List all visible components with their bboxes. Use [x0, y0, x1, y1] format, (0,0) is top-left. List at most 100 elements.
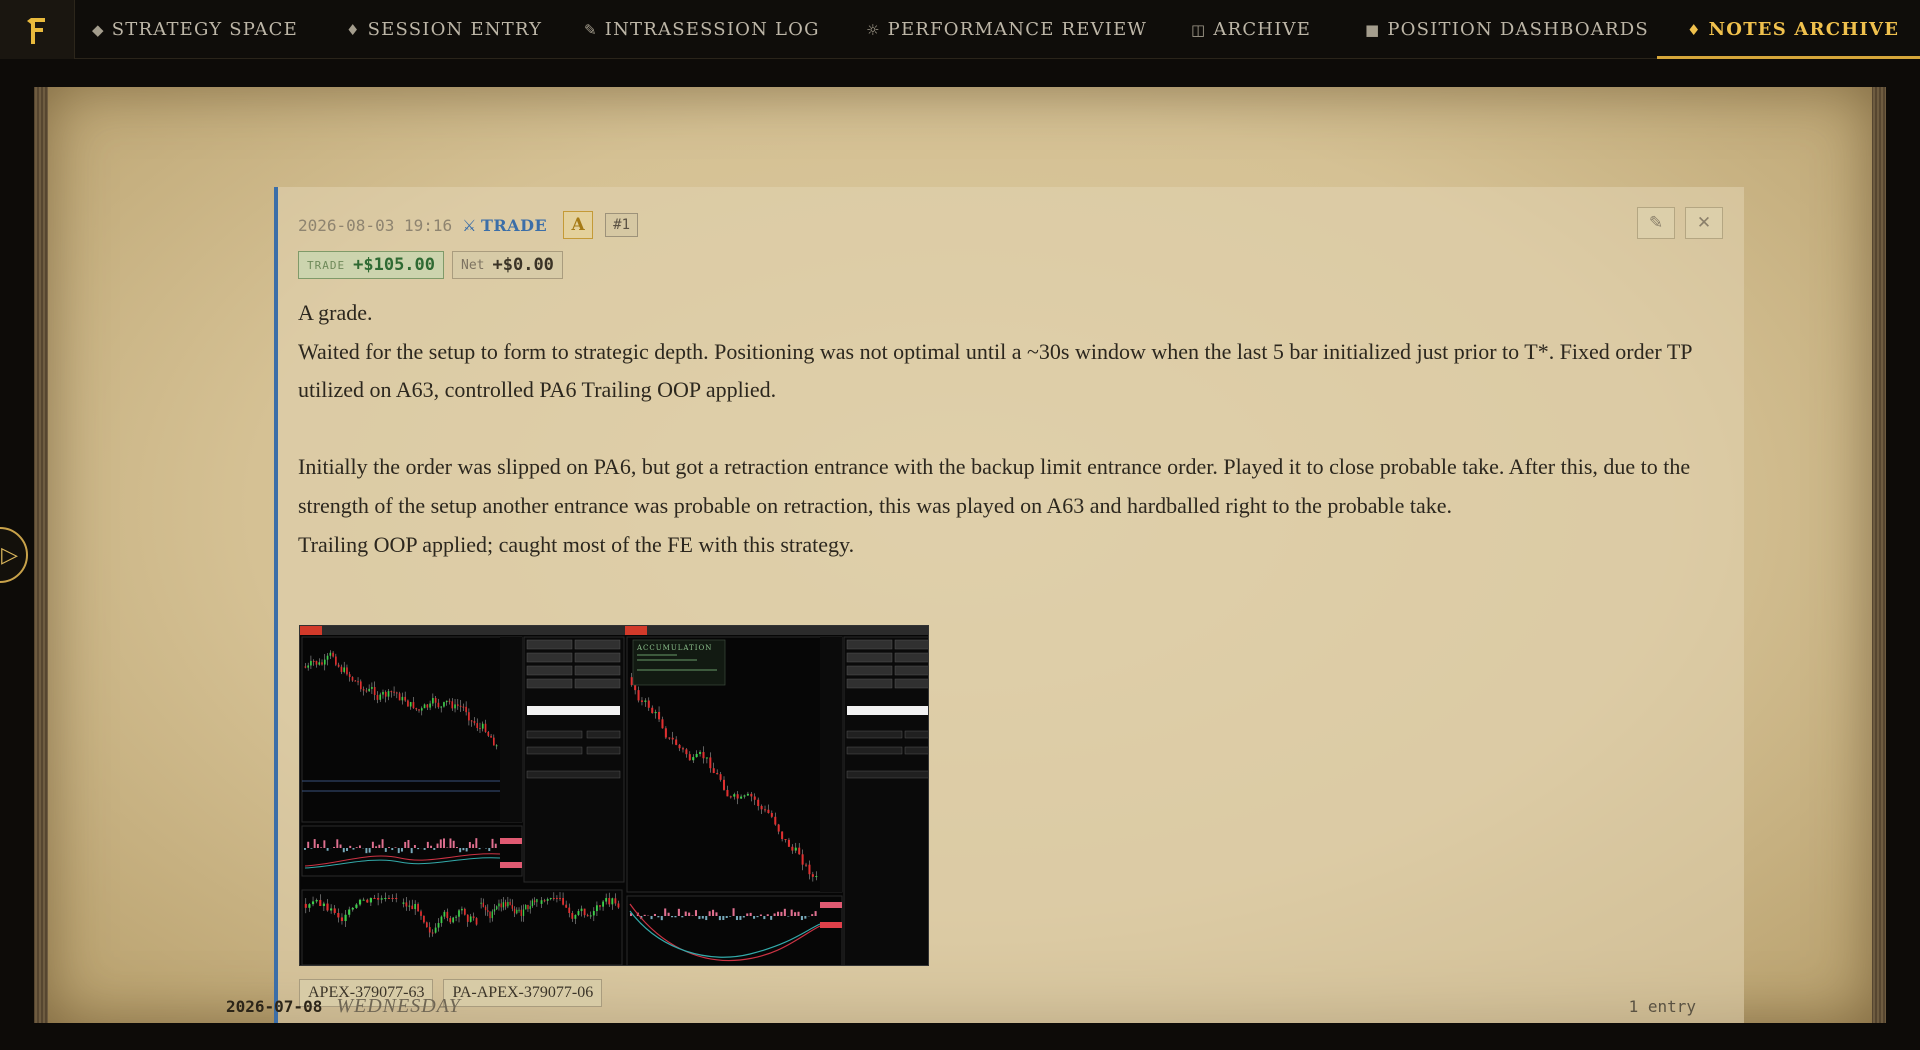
histogram-bar	[643, 914, 646, 916]
histogram-bar	[465, 848, 468, 852]
candle-body	[431, 932, 434, 934]
histogram-bar	[688, 912, 691, 916]
candle-body	[651, 707, 654, 714]
candle-body	[699, 752, 702, 754]
candle-body	[712, 768, 715, 774]
pnl-badges: TRADE +$105.00 Net +$0.00	[298, 251, 563, 279]
candle-body	[414, 903, 417, 910]
candle-body	[536, 899, 538, 903]
candle-body	[311, 901, 315, 905]
histogram-bar	[475, 838, 478, 848]
candle-body	[592, 911, 595, 916]
candle-body	[351, 907, 354, 910]
edit-entry-button[interactable]: ✎	[1637, 207, 1675, 239]
candle-body	[811, 874, 814, 877]
candle-body	[798, 847, 801, 855]
candle-body	[323, 659, 326, 665]
candle-body	[429, 703, 431, 708]
archive-icon: ◫	[1191, 20, 1207, 39]
candle-body	[733, 794, 736, 797]
histogram-bar	[708, 911, 711, 916]
sidebar-toggle-button[interactable]: ▷	[0, 527, 28, 583]
histogram-bar	[770, 916, 773, 920]
nav-archive[interactable]: ◫ ARCHIVE	[1191, 0, 1311, 59]
histogram-bar	[787, 916, 790, 917]
nav-position-dashboards[interactable]: ■ POSITION DASHBOARDS	[1365, 0, 1649, 59]
candle-body	[387, 691, 390, 697]
histogram-bar	[732, 908, 735, 916]
candle-body	[340, 917, 344, 922]
candle-body	[746, 793, 749, 796]
candle-body	[395, 898, 398, 899]
histogram-bar	[804, 916, 807, 919]
candle-body	[411, 905, 414, 910]
histogram-bar	[691, 915, 694, 916]
candle-body	[794, 847, 797, 851]
histogram-bar	[320, 847, 323, 848]
note-paragraph: Trailing OOP applied; caught most of the…	[298, 531, 855, 557]
histogram-bar	[349, 845, 352, 848]
histogram-bar	[797, 911, 800, 916]
candle-body	[640, 700, 643, 702]
delete-entry-button[interactable]: ✕	[1685, 207, 1723, 239]
histogram-bar	[739, 916, 742, 920]
histogram-bar	[735, 916, 739, 921]
histogram-bar	[491, 838, 494, 848]
candle-body	[448, 700, 451, 702]
histogram-bar	[388, 847, 391, 848]
diamond-icon: ◆	[92, 20, 105, 39]
candle-body	[743, 795, 746, 797]
histogram-bar	[326, 848, 329, 851]
candle-body	[387, 898, 391, 899]
nav-notes-archive[interactable]: ♦ NOTES ARCHIVE	[1656, 0, 1920, 59]
candle-body	[476, 723, 479, 729]
candle-body	[552, 898, 555, 899]
candle-body	[445, 700, 448, 703]
candle-body	[671, 737, 674, 740]
notes-scroll-area[interactable]: 2026-08-03 19:16 ⚔ TRADE A #1 ✎ ✕ TRADE +…	[48, 87, 1872, 1023]
square-icon: ■	[1365, 20, 1381, 39]
histogram-bar	[671, 916, 674, 918]
nav-session-entry[interactable]: ♦ SESSION ENTRY	[346, 0, 542, 59]
candle-body	[409, 702, 412, 707]
nav-intrasession-log[interactable]: ✎ INTRASESSION LOG	[584, 0, 820, 59]
candle-body	[480, 902, 482, 904]
candle-body	[337, 912, 340, 918]
histogram-bar	[304, 848, 306, 850]
candle-body	[423, 915, 425, 923]
candle-body	[493, 909, 496, 912]
entry-type-label: ⚔ TRADE	[462, 215, 548, 235]
candle-body	[396, 692, 398, 694]
histogram-bar	[660, 916, 663, 921]
histogram-bar	[323, 840, 326, 848]
candle-body	[583, 908, 586, 916]
candle-body	[407, 700, 409, 707]
candle-body	[463, 908, 466, 915]
candle-body	[495, 745, 498, 747]
histogram-bar	[459, 848, 462, 853]
candle-body	[393, 691, 395, 693]
candle-body	[312, 660, 315, 662]
note-body: A grade. Waited for the setup to form to…	[298, 294, 1738, 564]
candle-body	[491, 911, 493, 919]
candle-body	[688, 754, 691, 761]
candle-body	[358, 899, 362, 905]
candle-body	[343, 667, 346, 672]
app-logo[interactable]	[0, 0, 75, 59]
candle-body	[466, 914, 469, 922]
candle-body	[470, 720, 473, 722]
nav-strategy-space[interactable]: ◆ STRATEGY SPACE	[92, 0, 298, 59]
trade-screenshot-image[interactable]: ACCUMULATION	[299, 625, 929, 966]
candle-body	[391, 898, 394, 899]
candle-body	[369, 898, 372, 903]
histogram-bar	[384, 848, 387, 852]
candle-body	[322, 903, 325, 907]
histogram-bar	[439, 839, 442, 848]
candle-body	[487, 910, 489, 913]
candle-body	[602, 901, 604, 907]
histogram-bar	[701, 916, 704, 919]
candle-body	[678, 744, 681, 749]
histogram-bar	[718, 916, 721, 921]
nav-performance-review[interactable]: ☼ PERFORMANCE REVIEW	[866, 0, 1147, 59]
candle-body	[428, 927, 431, 933]
